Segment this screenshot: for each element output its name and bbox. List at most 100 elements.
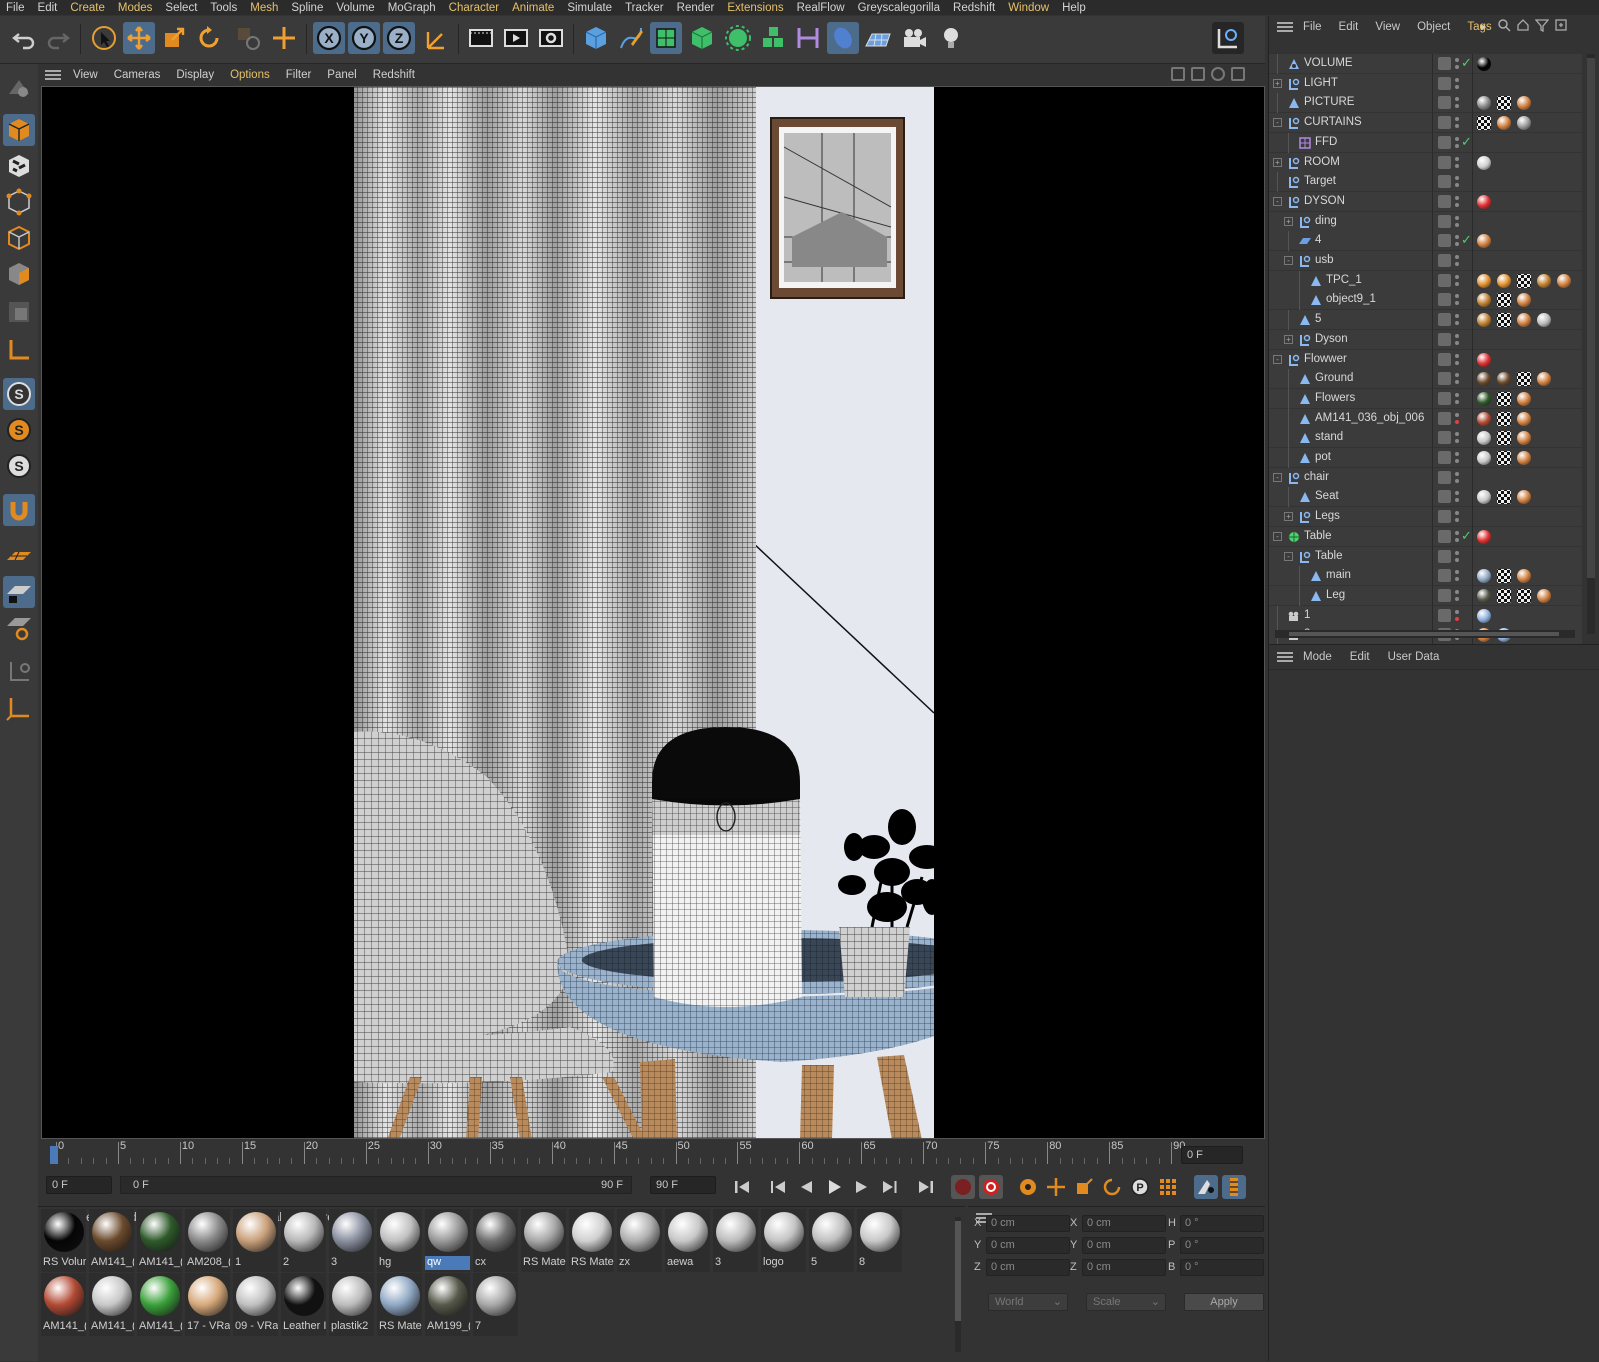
object-name[interactable]: object9_1 [1326, 293, 1376, 305]
z-axis-lock-icon[interactable]: Z [383, 22, 415, 54]
x-axis-lock-icon[interactable]: X [313, 22, 345, 54]
layer-edit-icon[interactable] [1438, 588, 1451, 602]
object-row-4[interactable]: 4 ✓ [1269, 231, 1582, 252]
object-row-legs[interactable]: + Legs [1269, 507, 1582, 528]
material-tag-icon[interactable] [1477, 391, 1491, 406]
maximize-view-icon[interactable] [1231, 67, 1245, 81]
object-row-volume[interactable]: VOLUME ✓ [1269, 54, 1582, 74]
y-axis-lock-icon[interactable]: Y [348, 22, 380, 54]
enabled-check-icon[interactable]: ✓ [1461, 528, 1472, 544]
render-visibility-dot[interactable] [1455, 281, 1459, 286]
editor-visibility-dot[interactable] [1455, 314, 1459, 319]
material-swatch[interactable]: 3 [329, 1209, 374, 1272]
render-view-icon[interactable] [465, 22, 497, 54]
render-visibility-dot[interactable] [1455, 380, 1459, 385]
editor-visibility-dot[interactable] [1455, 195, 1459, 200]
material-swatch[interactable]: RS Mate [377, 1273, 422, 1336]
layer-edit-icon[interactable] [1438, 529, 1451, 543]
layer-edit-icon[interactable] [1438, 490, 1451, 504]
viewport-menu-filter[interactable]: Filter [286, 69, 312, 81]
uvw-tag-icon[interactable] [1517, 588, 1531, 603]
material-swatch[interactable]: zx [617, 1209, 662, 1272]
object-row-flowers[interactable]: Flowers [1269, 388, 1582, 409]
viewport-menu-cameras[interactable]: Cameras [114, 69, 161, 81]
material-tag-icon[interactable] [1477, 273, 1491, 288]
uvw-tag-icon[interactable] [1497, 313, 1511, 328]
material-swatch[interactable]: 7 [473, 1273, 518, 1336]
layer-edit-icon[interactable] [1438, 510, 1451, 524]
material-swatch[interactable]: 8 [857, 1209, 902, 1272]
record-active-icon[interactable] [951, 1175, 975, 1199]
render-visibility-dot[interactable] [1455, 84, 1459, 89]
uvw-tag-icon[interactable] [1497, 391, 1511, 406]
editor-visibility-dot[interactable] [1455, 77, 1459, 82]
viewport-hamburger-icon[interactable] [45, 68, 61, 82]
material-tag-icon[interactable] [1477, 155, 1491, 170]
menu-character[interactable]: Character [449, 2, 500, 14]
material-tag-icon[interactable] [1517, 431, 1531, 446]
editor-visibility-dot[interactable] [1455, 333, 1459, 338]
workplane-icon[interactable] [3, 540, 35, 572]
menu-mograph[interactable]: MoGraph [388, 2, 436, 14]
editor-visibility-dot[interactable] [1455, 373, 1459, 378]
menu-tracker[interactable]: Tracker [625, 2, 664, 14]
object-row-curtains[interactable]: - CURTAINS [1269, 113, 1582, 134]
object-row-usb[interactable]: - usb [1269, 251, 1582, 271]
object-name[interactable]: 4 [1315, 234, 1321, 246]
material-tag-icon[interactable] [1537, 313, 1551, 328]
soft-selection-icon[interactable]: S [3, 414, 35, 446]
object-row-dyson[interactable]: - DYSON [1269, 191, 1582, 212]
object-name[interactable]: stand [1315, 431, 1343, 443]
apply-button[interactable]: Apply [1184, 1293, 1264, 1311]
material-tag-icon[interactable] [1517, 451, 1531, 465]
render-visibility-dot[interactable] [1455, 478, 1459, 483]
recent-tool-icon[interactable] [232, 22, 264, 54]
live-selection-icon[interactable] [88, 22, 120, 54]
new-window-icon[interactable] [1554, 18, 1568, 32]
layer-edit-icon[interactable] [1438, 234, 1451, 248]
editor-visibility-dot[interactable] [1455, 58, 1459, 62]
material-swatch[interactable]: aewa [665, 1209, 710, 1272]
filter-icon[interactable] [1535, 18, 1549, 32]
cloner-icon[interactable] [722, 22, 754, 54]
object-row-flowwer[interactable]: - Flowwer [1269, 349, 1582, 370]
menu-edit[interactable]: Edit [38, 2, 58, 14]
layer-edit-icon[interactable] [1438, 116, 1451, 130]
object-name[interactable]: FFD [1315, 136, 1337, 148]
object-row-seat[interactable]: Seat [1269, 487, 1582, 508]
render-visibility-dot[interactable] [1455, 439, 1459, 444]
render-visibility-dot[interactable] [1455, 202, 1459, 207]
layer-edit-icon[interactable] [1438, 214, 1451, 228]
layer-edit-icon[interactable] [1438, 332, 1451, 346]
material-scrollbar[interactable] [955, 1217, 961, 1352]
attributes-hamburger-icon[interactable] [1277, 650, 1293, 664]
render-visibility-dot[interactable] [1455, 557, 1459, 562]
menu-select[interactable]: Select [165, 2, 197, 14]
enabled-check-icon[interactable]: ✓ [1461, 134, 1472, 150]
attributes-menu-user-data[interactable]: User Data [1388, 651, 1440, 663]
layer-edit-icon[interactable] [1438, 352, 1451, 366]
editor-visibility-dot[interactable] [1455, 156, 1459, 161]
object-row-ffd[interactable]: FFD ✓ [1269, 132, 1582, 153]
make-editable-icon[interactable] [3, 72, 35, 104]
previous-key-icon[interactable] [766, 1175, 790, 1199]
points-mode-icon[interactable] [3, 186, 35, 218]
frame-range-slider[interactable]: 0 F 90 F [120, 1176, 632, 1194]
playhead[interactable] [50, 1146, 58, 1164]
object-name[interactable]: Dyson [1315, 333, 1348, 345]
material-tag-icon[interactable] [1477, 372, 1491, 387]
object-name[interactable]: Flowwer [1304, 353, 1347, 365]
material-tag-icon[interactable] [1477, 57, 1491, 71]
key-rotation-icon[interactable] [1100, 1175, 1124, 1199]
3d-viewport[interactable] [41, 86, 1265, 1139]
object-row-table[interactable]: - Table ✓ [1269, 526, 1582, 547]
axis-mode-icon[interactable] [3, 334, 35, 366]
object-name[interactable]: ding [1315, 215, 1337, 227]
cube-primitive-icon[interactable] [580, 22, 612, 54]
coordinate-value-field[interactable]: 0 ° [1180, 1237, 1264, 1254]
object-name[interactable]: Table [1315, 550, 1343, 562]
menu-realflow[interactable]: RealFlow [797, 2, 845, 14]
uvw-tag-icon[interactable] [1517, 372, 1531, 387]
material-swatch[interactable]: RS Mate [569, 1209, 614, 1272]
menu-extensions[interactable]: Extensions [727, 2, 783, 14]
